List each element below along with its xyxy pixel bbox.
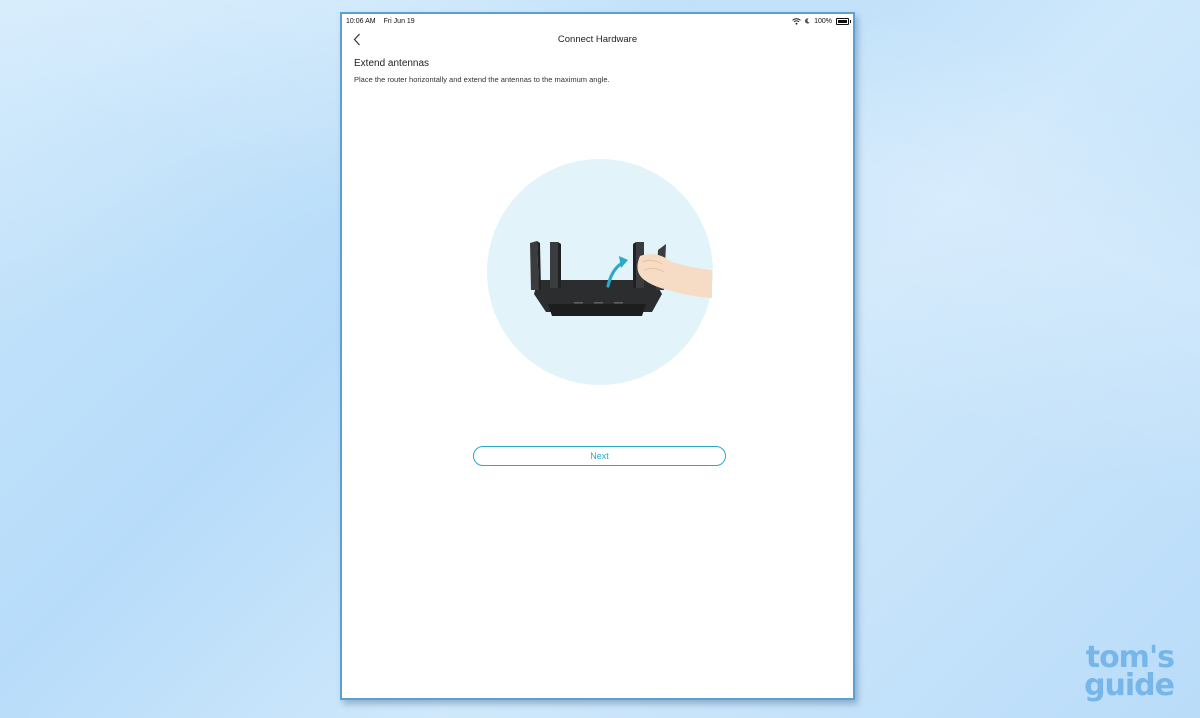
status-time: 10:06 AM — [346, 17, 376, 25]
next-button[interactable]: Next — [473, 446, 726, 466]
battery-icon — [836, 17, 851, 25]
page-title: Connect Hardware — [557, 33, 638, 45]
router-antenna-illustration — [487, 159, 713, 385]
moon-icon — [805, 18, 810, 24]
nav-bar: Connect Hardware — [342, 28, 853, 50]
section-description: Place the router horizontally and extend… — [354, 75, 610, 84]
wifi-icon — [792, 17, 801, 25]
battery-percent: 100% — [814, 17, 832, 25]
toms-guide-watermark: tom's guide — [1084, 643, 1175, 703]
chevron-left-icon — [353, 33, 360, 45]
status-date: Fri Jun 19 — [383, 17, 415, 25]
watermark-line-2: guide — [1084, 668, 1175, 703]
section-heading: Extend antennas — [354, 58, 430, 69]
status-bar: 10:06 AM Fri Jun 19 100% — [342, 14, 853, 28]
back-button[interactable] — [348, 30, 366, 48]
tablet-screen: 10:06 AM Fri Jun 19 100% Connect Hardwar… — [340, 12, 855, 700]
